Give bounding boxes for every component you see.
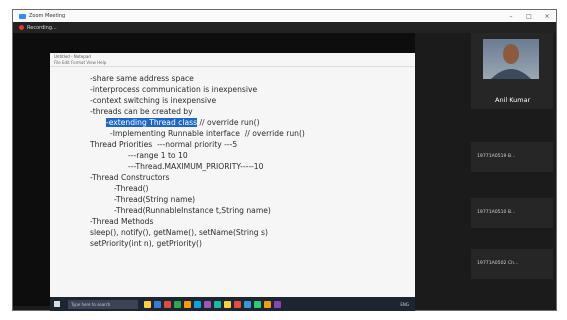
taskbar-app-icon[interactable]: [254, 300, 261, 308]
code-line: -share same address space: [90, 74, 194, 83]
recording-indicator-icon: [19, 25, 24, 30]
windows-start-icon[interactable]: [54, 301, 60, 307]
window-title: Zoom Meeting: [29, 13, 66, 19]
code-line: -threads can be created by: [90, 107, 193, 116]
code-line: setPriority(int n), getPriority(): [90, 239, 202, 248]
code-line: -context switching is inexpensive: [90, 96, 217, 105]
participant-video: [483, 39, 539, 79]
taskbar-app-icon[interactable]: [154, 300, 161, 308]
taskbar-search-placeholder: Type here to search: [71, 301, 111, 307]
notepad-title: Untitled - Notepad: [54, 54, 91, 59]
code-line-suffix: // override run(): [197, 118, 260, 127]
notepad-window: Untitled - Notepad File Edit Format View…: [50, 53, 415, 311]
code-line: -Thread(): [114, 184, 149, 193]
taskbar-app-icon[interactable]: [164, 300, 171, 308]
participant-tile[interactable]: 19771A0502 Ch...: [471, 249, 553, 279]
zoom-app-icon: [19, 13, 26, 19]
recording-bar: Recording...: [13, 22, 556, 33]
taskbar-search-input[interactable]: Type here to search: [68, 299, 138, 309]
participant-name: 19771A0519 B...: [477, 154, 516, 159]
taskbar-app-icon[interactable]: [274, 300, 281, 308]
recording-label: Recording...: [27, 24, 57, 31]
taskbar-app-icon[interactable]: [194, 300, 201, 308]
notepad-menu-bar: File Edit Format View Help: [50, 60, 415, 67]
taskbar-app-icon[interactable]: [244, 300, 251, 308]
code-line: -Thread(String name): [114, 195, 196, 204]
participant-tile[interactable]: 19771A0519 B...: [471, 142, 553, 172]
code-line: ---range 1 to 10: [128, 151, 188, 160]
text-selection: -extending Thread class: [106, 118, 198, 127]
participant-panel: Anil Kumar 19771A0519 B... 19771A0510 B.…: [471, 33, 553, 308]
close-icon[interactable]: ×: [538, 13, 556, 20]
code-line: sleep(), notify(), getName(), setName(St…: [90, 228, 268, 237]
participant-name: 19771A0510 B...: [477, 210, 516, 215]
taskbar-app-icons: [144, 300, 284, 308]
windows-taskbar: Type here to search ENG: [50, 297, 415, 311]
taskbar-app-icon[interactable]: [184, 300, 191, 308]
participant-tile[interactable]: 19771A0510 B...: [471, 198, 553, 228]
screen-share-area: Untitled - Notepad File Edit Format View…: [13, 33, 415, 311]
code-line-selected: -extending Thread class // override run(…: [106, 118, 260, 127]
taskbar-app-icon[interactable]: [214, 300, 221, 308]
code-line: ---Thread.MAXIMUM_PRIORITY-----10: [128, 162, 264, 171]
taskbar-app-icon[interactable]: [264, 300, 271, 308]
code-line: -Thread Methods: [90, 217, 154, 226]
code-line: -Thread(RunnableInstance t,String name): [114, 206, 271, 215]
participant-name: 19771A0502 Ch...: [477, 261, 519, 266]
code-line: -Thread Constructors: [90, 173, 170, 182]
title-bar: Zoom Meeting – □ ×: [13, 10, 556, 22]
system-tray: ENG: [400, 301, 409, 307]
taskbar-app-icon[interactable]: [174, 300, 181, 308]
taskbar-app-icon[interactable]: [204, 300, 211, 308]
code-line: Thread Priorities ---normal priority ---…: [90, 140, 238, 149]
participant-tile[interactable]: Anil Kumar: [471, 33, 553, 109]
editor-text-area[interactable]: -share same address space -interprocess …: [50, 67, 415, 279]
code-line: -Implementing Runnable interface // over…: [110, 129, 305, 138]
person-icon: [491, 44, 531, 79]
minimize-icon[interactable]: –: [502, 13, 520, 20]
taskbar-app-icon[interactable]: [144, 300, 151, 308]
taskbar-app-icon[interactable]: [234, 300, 241, 308]
participant-name: Anil Kumar: [495, 96, 531, 104]
code-line: -interprocess communication is inexpensi…: [90, 85, 258, 94]
zoom-window: Zoom Meeting – □ × Recording... Untitled…: [12, 9, 557, 311]
maximize-icon[interactable]: □: [520, 13, 538, 20]
taskbar-app-icon[interactable]: [224, 300, 231, 308]
